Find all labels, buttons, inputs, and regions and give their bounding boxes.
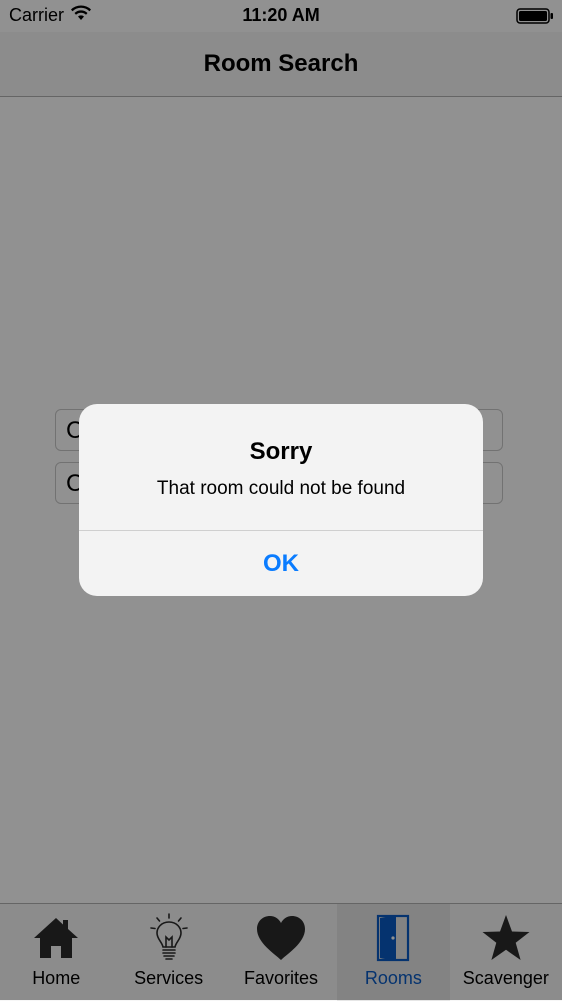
alert-dialog: Sorry That room could not be found OK xyxy=(79,404,483,596)
alert-title: Sorry xyxy=(249,438,313,465)
alert-message: That room could not be found xyxy=(156,478,406,499)
ok-button[interactable]: OK xyxy=(79,531,483,596)
